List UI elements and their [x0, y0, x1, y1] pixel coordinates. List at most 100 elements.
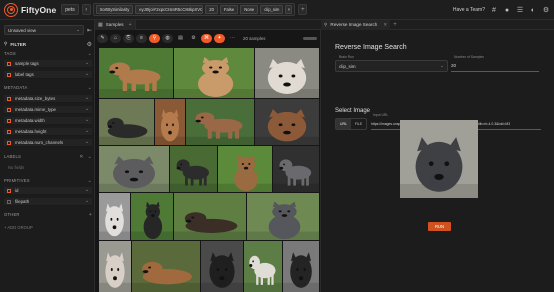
similarity-search-icon[interactable]: ⚲	[149, 33, 160, 43]
view-stage-reverse[interactable]: False	[219, 5, 239, 14]
reverse-image-search-panel: ⚲ Reverse Image Search ✕ + Reverse Image…	[321, 19, 554, 292]
view-stage-k[interactable]: 20	[205, 5, 218, 14]
tag-icon[interactable]: ✎	[97, 33, 108, 43]
section-metadata[interactable]: METADATA ⌄	[4, 84, 92, 91]
dataset-selector[interactable]: pets	[61, 4, 79, 15]
saved-view-select[interactable]: Unsaved view ⌄	[4, 25, 84, 35]
view-stage-name[interactable]: SortBySimilarity	[95, 5, 134, 14]
have-team-link[interactable]: Have a Team?	[453, 7, 485, 13]
add-group-button[interactable]: + ADD GROUP	[4, 224, 92, 231]
sample-thumbnail[interactable]	[174, 193, 246, 240]
checkbox[interactable]	[7, 107, 11, 112]
view-stage-brain-key[interactable]: clip_sim	[260, 5, 284, 14]
filter-item-size-bytes[interactable]: metadata.size_bytes ⌄	[4, 95, 92, 103]
section-other[interactable]: OTHER +	[4, 211, 92, 218]
top-bar: FiftyOne pets ‹ SortBySimilarity eyJ0Ijo…	[0, 0, 554, 20]
expand-icon[interactable]: ⌄	[85, 96, 89, 101]
filter-settings-gear-icon[interactable]: ⚙	[87, 41, 92, 48]
image-source-toggle[interactable]: URL FILE	[335, 118, 367, 130]
operator-browser-icon[interactable]: ⌘	[201, 33, 212, 43]
expand-icon[interactable]: ⌄	[85, 199, 89, 204]
sample-thumbnail[interactable]	[99, 99, 154, 145]
sample-thumbnail[interactable]	[255, 99, 319, 145]
grid-options-icon[interactable]: ▤	[175, 34, 186, 43]
checkbox[interactable]	[7, 188, 11, 193]
checkbox[interactable]	[7, 118, 11, 123]
checkbox[interactable]	[7, 61, 11, 66]
settings-icon[interactable]: ⚙	[188, 34, 199, 43]
sample-thumbnail[interactable]	[170, 146, 217, 192]
close-icon[interactable]: ✕	[79, 154, 83, 160]
checkbox[interactable]	[7, 199, 11, 204]
settings-gear-icon[interactable]: ⚙	[542, 6, 550, 14]
filter-item-label-tags[interactable]: label tags ⌄	[4, 71, 92, 79]
slack-icon[interactable]: #	[490, 6, 498, 14]
filter-item-sample-tags[interactable]: sample tags ⌄	[4, 60, 92, 68]
section-labels[interactable]: LABELS ✕ ⌄	[4, 153, 92, 160]
expand-icon[interactable]: ⌄	[85, 72, 89, 77]
sample-thumbnail[interactable]	[99, 48, 173, 98]
filter-item-width[interactable]: metadata.width ⌄	[4, 117, 92, 125]
theme-toggle-icon[interactable]: ◐	[529, 6, 537, 14]
checkbox[interactable]	[7, 140, 11, 145]
filter-item-filepath[interactable]: filepath ⌄	[4, 198, 92, 206]
more-icon[interactable]: ⋯	[227, 34, 238, 43]
sample-thumbnail[interactable]	[273, 146, 319, 192]
checkbox[interactable]	[7, 96, 11, 101]
filter-item-height[interactable]: metadata.height ⌄	[4, 128, 92, 136]
view-back-button[interactable]: ‹	[81, 4, 91, 15]
source-url-option[interactable]: URL	[336, 119, 351, 129]
tab-close-icon[interactable]: +	[129, 22, 132, 28]
sidebar-collapse-icon[interactable]: ⇤	[87, 27, 92, 34]
expand-icon[interactable]: ⌄	[85, 129, 89, 134]
checkbox[interactable]	[7, 129, 11, 134]
expand-icon[interactable]: ⌄	[85, 107, 89, 112]
bookmark-icon[interactable]: ⎘	[123, 33, 134, 43]
num-samples-input[interactable]: 20	[451, 60, 539, 72]
sample-thumbnail[interactable]	[99, 241, 131, 292]
tab-close-icon[interactable]: ✕	[383, 22, 387, 28]
sample-thumbnail[interactable]	[283, 241, 319, 292]
source-file-option[interactable]: FILE	[351, 119, 366, 129]
expand-icon[interactable]: ⌄	[85, 140, 89, 145]
sample-thumbnail[interactable]	[186, 99, 254, 145]
section-tags[interactable]: TAGS ⌄	[4, 50, 92, 57]
github-icon[interactable]: ●	[503, 6, 511, 14]
color-palette-icon[interactable]: ◍	[162, 33, 173, 43]
add-panel-icon[interactable]: +	[393, 22, 397, 28]
view-stage-query[interactable]: eyJ0IjoiY2xpcCIsInR5cCI6IkpXVCJ9...	[135, 5, 204, 14]
zoom-slider[interactable]	[303, 36, 317, 40]
label-tag-icon[interactable]: ⌂	[110, 33, 121, 43]
sample-thumbnail[interactable]	[132, 241, 200, 292]
checkbox[interactable]	[7, 72, 11, 77]
docs-icon[interactable]: ☰	[516, 6, 524, 14]
sample-thumbnail[interactable]	[201, 241, 243, 292]
sample-thumbnail[interactable]	[174, 48, 254, 98]
add-icon[interactable]: +	[89, 212, 92, 218]
filter-item-id[interactable]: id ⌄	[4, 187, 92, 195]
view-stage-close-icon[interactable]: ×	[285, 5, 293, 14]
filter-item-mime-type[interactable]: metadata.mime_type ⌄	[4, 106, 92, 114]
sample-thumbnail[interactable]	[218, 146, 272, 192]
brain-run-select[interactable]: clip_sim ⌄	[335, 60, 448, 72]
view-stage-dist-field[interactable]: None	[240, 5, 259, 14]
expand-icon[interactable]: ⌄	[85, 118, 89, 123]
sample-thumbnail[interactable]	[247, 193, 319, 240]
sample-thumbnail[interactable]	[99, 193, 130, 240]
tab-samples[interactable]: ▦ Samples +	[95, 19, 136, 30]
tab-reverse-image-search[interactable]: ⚲ Reverse Image Search ✕	[321, 19, 391, 30]
run-search-button[interactable]: RUN	[428, 222, 451, 231]
sample-thumbnail[interactable]	[99, 146, 169, 192]
expand-icon[interactable]: ⌄	[85, 188, 89, 193]
sample-thumbnail[interactable]	[155, 99, 185, 145]
sample-thumbnail[interactable]	[244, 241, 282, 292]
sample-thumbnail[interactable]	[131, 193, 173, 240]
sort-icon[interactable]: ≡	[136, 33, 147, 43]
view-add-stage-button[interactable]: +	[298, 4, 308, 15]
view-bar[interactable]: SortBySimilarity eyJ0IjoiY2xpcCIsInR5cCI…	[92, 3, 296, 16]
section-primitives[interactable]: PRIMITIVES ⌄	[4, 177, 92, 184]
sample-thumbnail[interactable]	[255, 48, 319, 98]
operators-icon[interactable]: ✦	[214, 33, 225, 43]
expand-icon[interactable]: ⌄	[85, 61, 89, 66]
filter-item-num-channels[interactable]: metadata.num_channels ⌄	[4, 139, 92, 147]
